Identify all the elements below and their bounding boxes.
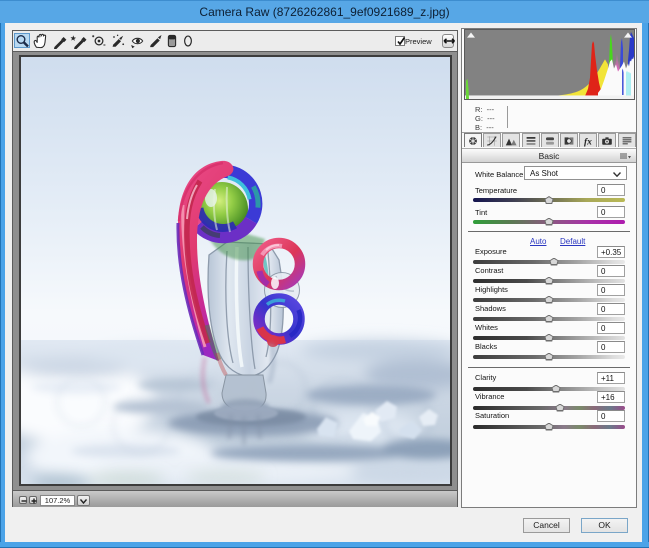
svg-text:fx: fx — [584, 138, 592, 148]
